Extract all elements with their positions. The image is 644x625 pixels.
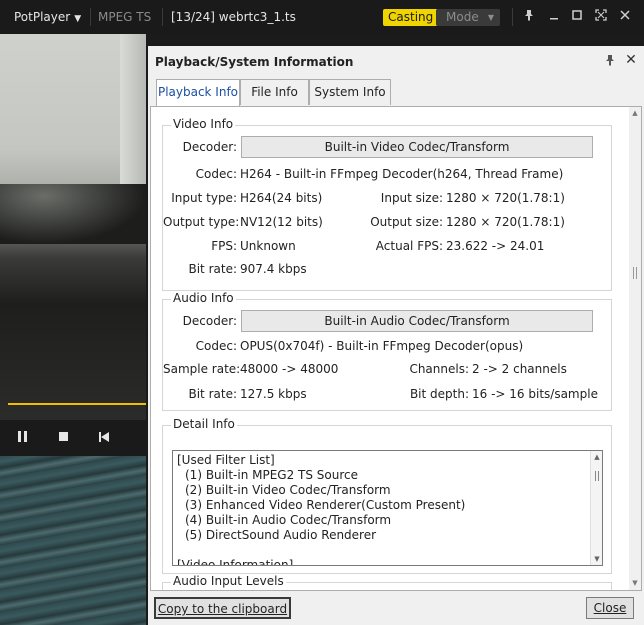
chevron-down-icon: ▼ bbox=[487, 13, 494, 22]
video-info-group: Video Info Decoder: Built-in Video Codec… bbox=[162, 117, 612, 291]
minimize-icon[interactable] bbox=[546, 9, 562, 25]
pin-icon[interactable] bbox=[521, 9, 537, 25]
codec-value: H264 - Built-in FFmpeg Decoder(h264, Thr… bbox=[240, 167, 564, 181]
tab-playback-info[interactable]: Playback Info bbox=[156, 79, 240, 106]
audio-info-group: Audio Info Decoder: Built-in Audio Codec… bbox=[162, 291, 612, 411]
divider bbox=[90, 8, 91, 26]
group-label: Audio Input Levels bbox=[171, 574, 286, 588]
close-icon[interactable]: ✕ bbox=[624, 53, 638, 67]
fullscreen-icon[interactable] bbox=[593, 9, 609, 25]
actual-fps-label: Actual FPS: bbox=[375, 239, 443, 253]
bit-rate-value: 127.5 kbps bbox=[240, 387, 307, 401]
fps-value: Unknown bbox=[240, 239, 296, 253]
close-button[interactable]: Close bbox=[586, 597, 634, 619]
divider bbox=[162, 8, 163, 26]
codec-value: OPUS(0x704f) - Built-in FFmpeg Decoder(o… bbox=[240, 339, 524, 353]
output-type-value: NV12(12 bits) bbox=[240, 215, 323, 229]
scroll-up-icon[interactable]: ▲ bbox=[593, 453, 601, 461]
button-label: Close bbox=[593, 601, 627, 615]
detail-line: (5) DirectSound Audio Renderer bbox=[185, 528, 377, 542]
tab-file-info[interactable]: File Info bbox=[240, 79, 309, 105]
pin-icon[interactable] bbox=[603, 54, 617, 68]
codec-label: Codec: bbox=[195, 339, 237, 353]
group-label: Audio Info bbox=[171, 291, 236, 305]
format-label: MPEG TS bbox=[98, 10, 152, 24]
detail-line: [Video Information] bbox=[177, 558, 294, 566]
tab-label: Playback Info bbox=[157, 85, 239, 99]
video-content bbox=[0, 184, 146, 244]
detail-line: (4) Built-in Audio Codec/Transform bbox=[185, 513, 392, 527]
mode-label: Mode bbox=[446, 10, 479, 24]
scroll-thumb[interactable] bbox=[633, 267, 637, 279]
scroll-down-icon[interactable]: ▼ bbox=[593, 555, 601, 563]
panel-scrollbar[interactable]: ▲ ▼ bbox=[629, 107, 641, 590]
dialog-title: Playback/System Information bbox=[155, 55, 354, 69]
bit-depth-value: 16 -> 16 bits/sample bbox=[472, 387, 598, 401]
player-titlebar: PotPlayer ▼ MPEG TS [13/24] webrtc3_1.ts … bbox=[0, 0, 644, 34]
audio-decoder-button[interactable]: Built-in Audio Codec/Transform bbox=[241, 310, 593, 332]
pause-button[interactable] bbox=[16, 430, 30, 444]
casting-badge[interactable]: Casting bbox=[383, 9, 439, 26]
input-size-label: Input size: bbox=[380, 191, 443, 205]
input-size-value: 1280 × 720(1.78:1) bbox=[446, 191, 565, 205]
desktop-background bbox=[0, 456, 146, 625]
divider bbox=[512, 8, 513, 26]
detail-scrollbar[interactable]: ▲ ▼ bbox=[590, 451, 602, 565]
scroll-down-icon[interactable]: ▼ bbox=[631, 579, 639, 587]
detail-text-area[interactable]: [Used Filter List] (1) Built-in MPEG2 TS… bbox=[172, 450, 603, 566]
channels-value: 2 -> 2 channels bbox=[472, 362, 567, 376]
app-name: PotPlayer bbox=[14, 10, 71, 24]
tab-label: File Info bbox=[251, 85, 298, 99]
scroll-up-icon[interactable]: ▲ bbox=[631, 109, 639, 117]
button-label: Copy to the clipboard bbox=[157, 602, 288, 616]
audio-input-levels-group: Audio Input Levels bbox=[162, 574, 612, 590]
detail-line: (3) Enhanced Video Renderer(Custom Prese… bbox=[185, 498, 466, 512]
bit-rate-value: 907.4 kbps bbox=[240, 262, 307, 276]
chevron-down-icon: ▼ bbox=[74, 14, 82, 24]
output-size-value: 1280 × 720(1.78:1) bbox=[446, 215, 565, 229]
output-type-label: Output type: bbox=[163, 215, 240, 229]
sample-rate-label: Sample rate: bbox=[163, 362, 241, 376]
sample-rate-value: 48000 -> 48000 bbox=[240, 362, 339, 376]
channels-label: Channels: bbox=[409, 362, 469, 376]
close-icon[interactable] bbox=[617, 9, 633, 25]
stop-button[interactable] bbox=[57, 430, 71, 444]
video-frame[interactable] bbox=[0, 34, 146, 420]
detail-info-group: Detail Info [Used Filter List] (1) Built… bbox=[162, 417, 612, 574]
input-type-label: Input type: bbox=[171, 191, 237, 205]
tab-label: System Info bbox=[314, 85, 386, 99]
decoder-label: Decoder: bbox=[182, 314, 237, 328]
group-label: Video Info bbox=[171, 117, 236, 131]
bit-rate-label: Bit rate: bbox=[188, 262, 237, 276]
tab-system-info[interactable]: System Info bbox=[309, 79, 391, 105]
detail-line: (2) Built-in Video Codec/Transform bbox=[185, 483, 391, 497]
actual-fps-value: 23.622 -> 24.01 bbox=[446, 239, 545, 253]
video-content bbox=[120, 34, 146, 204]
output-size-label: Output size: bbox=[370, 215, 443, 229]
detail-line: [Used Filter List] bbox=[177, 453, 275, 467]
file-title: [13/24] webrtc3_1.ts bbox=[171, 10, 296, 24]
previous-button[interactable] bbox=[98, 430, 112, 444]
bit-depth-label: Bit depth: bbox=[409, 387, 469, 401]
dialog-titlebar: Playback/System Information ✕ bbox=[148, 46, 644, 78]
scroll-thumb[interactable] bbox=[595, 471, 599, 481]
maximize-icon[interactable] bbox=[569, 9, 585, 25]
detail-line: (1) Built-in MPEG2 TS Source bbox=[185, 468, 359, 482]
decoder-label: Decoder: bbox=[182, 140, 237, 154]
video-decoder-button[interactable]: Built-in Video Codec/Transform bbox=[241, 136, 593, 158]
playback-info-dialog: Playback/System Information ✕ Playback I… bbox=[146, 44, 644, 625]
tab-panel: Video Info Decoder: Built-in Video Codec… bbox=[150, 106, 642, 591]
app-menu-button[interactable]: PotPlayer ▼ bbox=[14, 10, 81, 24]
mode-dropdown[interactable]: Mode ▼ bbox=[436, 9, 500, 26]
group-label: Detail Info bbox=[171, 417, 237, 431]
codec-label: Codec: bbox=[195, 167, 237, 181]
copy-to-clipboard-button[interactable]: Copy to the clipboard bbox=[154, 597, 291, 619]
bit-rate-label: Bit rate: bbox=[188, 387, 237, 401]
playback-controls bbox=[0, 420, 146, 456]
input-type-value: H264(24 bits) bbox=[240, 191, 323, 205]
seek-bar[interactable] bbox=[8, 403, 146, 405]
fps-label: FPS: bbox=[211, 239, 237, 253]
